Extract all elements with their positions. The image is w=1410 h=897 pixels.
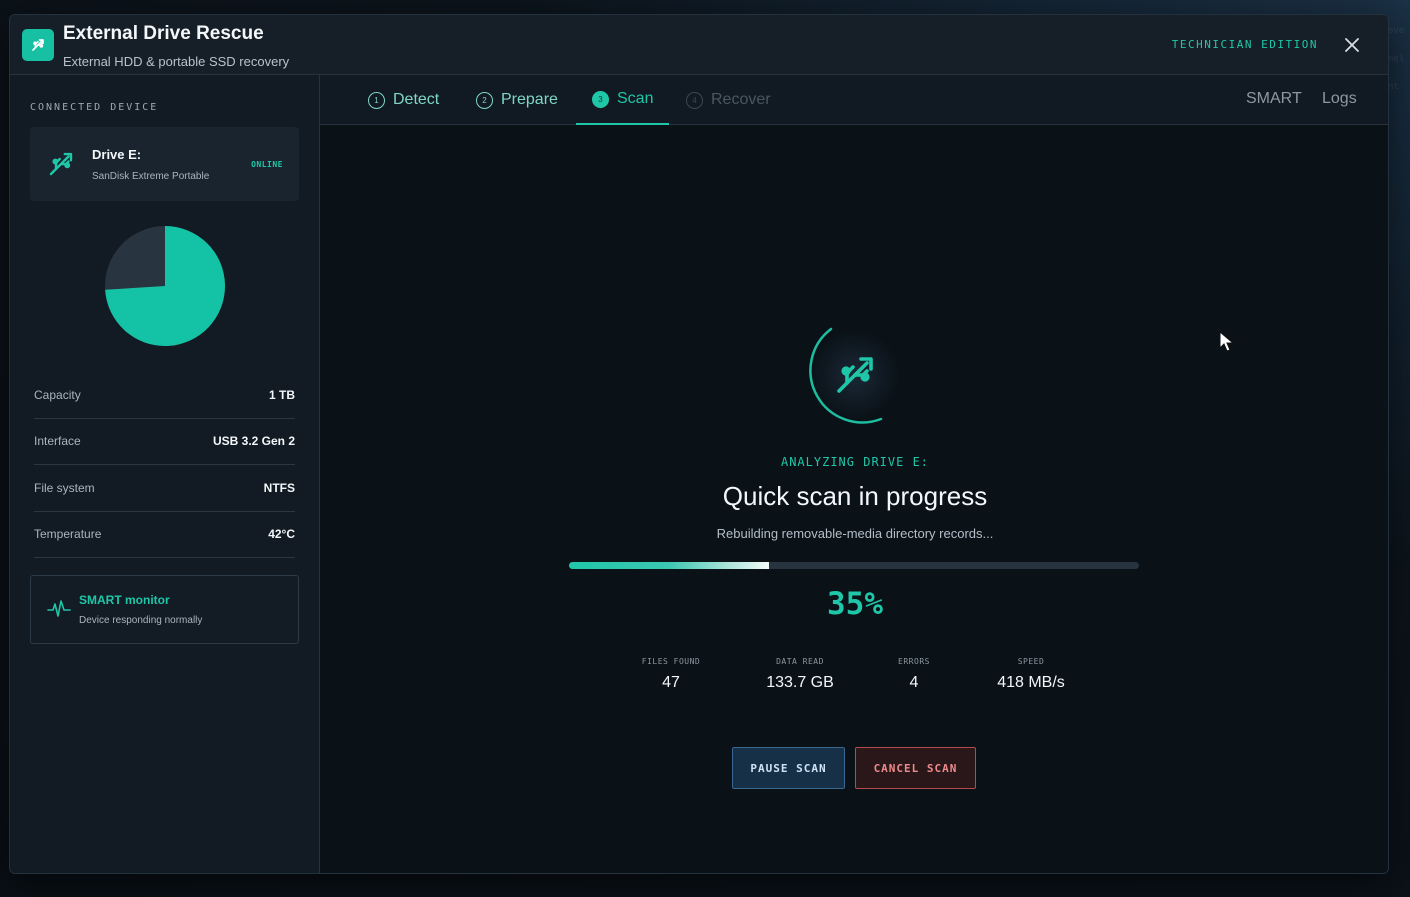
tab-detect[interactable]: 1 Detect bbox=[352, 75, 455, 125]
scan-progress-fill bbox=[569, 562, 769, 569]
tab-prepare[interactable]: 2 Prepare bbox=[460, 75, 574, 125]
stat-files-found: FILES FOUND 47 bbox=[611, 657, 731, 692]
scan-kicker: ANALYZING DRIVE E: bbox=[780, 455, 930, 469]
tab-label: Prepare bbox=[501, 91, 558, 108]
smart-monitor-status: Device responding normally bbox=[79, 615, 203, 626]
step-number: 4 bbox=[686, 91, 703, 109]
stat-label: FILES FOUND bbox=[641, 657, 701, 666]
step-tabs: 1 Detect 2 Prepare 3 Scan 4 Recover SMAR… bbox=[320, 75, 1388, 125]
pulse-icon bbox=[47, 600, 71, 617]
usage-pie-chart bbox=[105, 226, 225, 346]
step-number: 1 bbox=[368, 91, 385, 109]
tab-logs[interactable]: Logs bbox=[1322, 90, 1357, 108]
stat-value: 4 bbox=[909, 674, 919, 691]
main-panel: 1 Detect 2 Prepare 3 Scan 4 Recover SMAR… bbox=[320, 75, 1388, 873]
step-number: 3 bbox=[592, 90, 609, 108]
device-status-badge: ONLINE bbox=[251, 160, 283, 169]
spec-key: Interface bbox=[34, 434, 81, 449]
stat-data-read: DATA READ 133.7 GB bbox=[740, 657, 860, 692]
tab-scan[interactable]: 3 Scan bbox=[576, 75, 670, 125]
stat-speed: SPEED 418 MB/s bbox=[971, 657, 1091, 692]
spec-value: NTFS bbox=[263, 480, 295, 495]
tab-recover[interactable]: 4 Recover bbox=[670, 75, 787, 125]
close-icon bbox=[1345, 38, 1359, 52]
app-title: External Drive Rescue bbox=[63, 23, 264, 44]
device-card[interactable]: Drive E: SanDisk Extreme Portable ONLINE bbox=[30, 127, 299, 201]
device-name: Drive E: bbox=[92, 147, 142, 162]
spec-row-capacity: Capacity 1 TB bbox=[34, 372, 295, 419]
app-window: External Drive Rescue External HDD & por… bbox=[9, 14, 1389, 874]
device-model: SanDisk Extreme Portable bbox=[92, 171, 210, 182]
scan-progress-bar bbox=[569, 562, 1139, 569]
spec-row-temperature: Temperature 42°C bbox=[34, 512, 295, 558]
stat-value: 133.7 GB bbox=[766, 674, 834, 691]
stat-errors: ERRORS 4 bbox=[854, 657, 974, 692]
title-bar: External Drive Rescue External HDD & por… bbox=[10, 15, 1388, 75]
progress-percent: 35% bbox=[827, 586, 883, 622]
spec-value: 1 TB bbox=[268, 387, 295, 402]
tab-label: Detect bbox=[393, 91, 440, 108]
stat-value: 47 bbox=[662, 674, 680, 691]
spec-row-file-system: File system NTFS bbox=[34, 465, 295, 512]
tab-label: Recover bbox=[711, 91, 771, 108]
spec-value: 42°C bbox=[268, 527, 295, 542]
step-number: 2 bbox=[476, 91, 493, 109]
cancel-scan-button[interactable]: CANCEL SCAN bbox=[855, 747, 976, 789]
spec-value: USB 3.2 Gen 2 bbox=[212, 434, 295, 449]
close-button[interactable] bbox=[1340, 33, 1364, 57]
scan-spinner bbox=[795, 315, 915, 435]
stat-label: SPEED bbox=[1017, 657, 1045, 666]
sidebar: CONNECTED DEVICE Drive E: SanDisk Extrem… bbox=[10, 75, 320, 873]
background-window-text: nel bbox=[1388, 54, 1405, 64]
connected-device-label: CONNECTED DEVICE bbox=[30, 102, 159, 113]
smart-monitor-card[interactable]: SMART monitor Device responding normally bbox=[30, 575, 299, 644]
spec-key: Capacity bbox=[34, 387, 81, 402]
usb-icon bbox=[49, 152, 73, 176]
spec-row-interface: Interface USB 3.2 Gen 2 bbox=[34, 419, 295, 465]
spec-list: Capacity 1 TB Interface USB 3.2 Gen 2 Fi… bbox=[34, 372, 295, 558]
smart-monitor-title: SMART monitor bbox=[79, 593, 170, 607]
pause-scan-button[interactable]: PAUSE SCAN bbox=[732, 747, 845, 789]
mouse-cursor-icon bbox=[1219, 331, 1235, 352]
edition-badge: TECHNICIAN EDITION bbox=[1171, 38, 1318, 51]
tab-smart[interactable]: SMART bbox=[1246, 90, 1302, 108]
stat-label: DATA READ bbox=[776, 657, 824, 666]
tab-label: Scan bbox=[617, 90, 654, 107]
stat-value: 418 MB/s bbox=[997, 674, 1065, 691]
scan-title: Quick scan in progress bbox=[722, 481, 988, 511]
scan-subtitle: Rebuilding removable-media directory rec… bbox=[716, 526, 994, 541]
background-window-text: nt bbox=[1388, 82, 1399, 92]
spec-key: File system bbox=[34, 480, 95, 495]
spec-key: Temperature bbox=[34, 527, 102, 542]
stat-label: ERRORS bbox=[898, 657, 930, 666]
app-logo-icon bbox=[22, 29, 54, 61]
app-subtitle: External HDD & portable SSD recovery bbox=[63, 54, 290, 69]
background-window-text: ove bbox=[1388, 26, 1405, 36]
